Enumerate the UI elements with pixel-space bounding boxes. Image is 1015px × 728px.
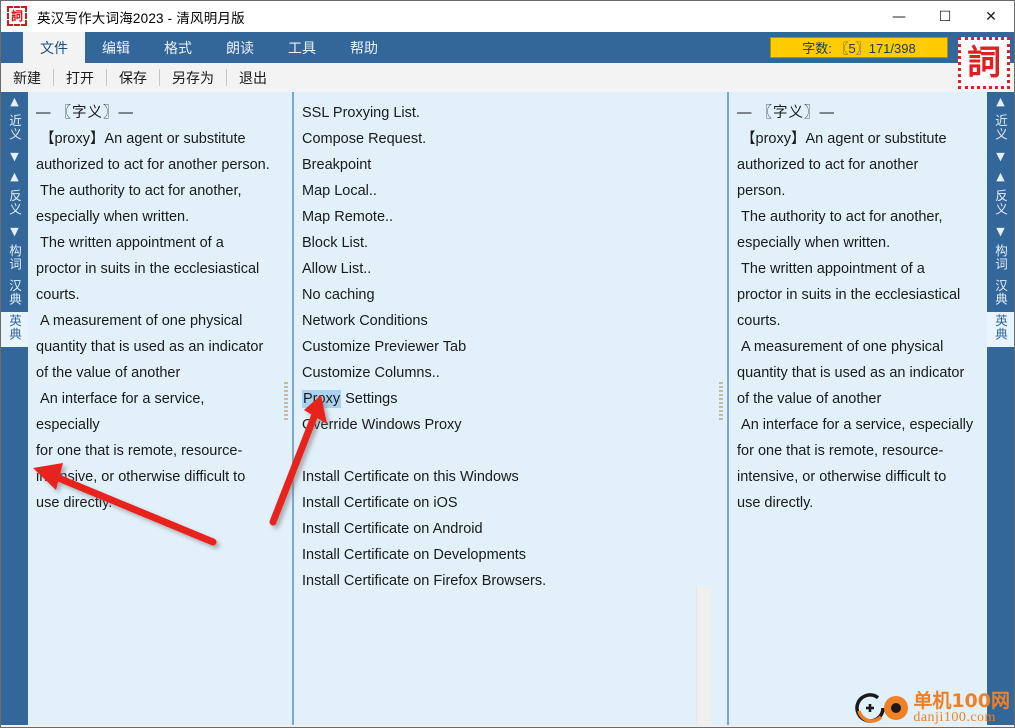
scroll-down-synonym-icon[interactable]: ▼ bbox=[1, 147, 28, 167]
toolbar: 新建 打开 保存 另存为 退出 bbox=[1, 63, 1014, 92]
list-item[interactable]: Install Certificate on this Windows bbox=[302, 464, 713, 490]
sidebar-item-synonym[interactable]: 近义 bbox=[987, 112, 1014, 147]
list-item[interactable]: Install Certificate on Firefox Browsers. bbox=[302, 568, 713, 594]
tab-edit[interactable]: 编辑 bbox=[85, 32, 147, 63]
scroll-down-antonym-icon[interactable]: ▼ bbox=[1, 222, 28, 242]
co-logo-icon bbox=[855, 693, 909, 723]
left-definition-panel[interactable]: — 〖字义〗— 【proxy】An agent or substitute au… bbox=[28, 92, 278, 727]
splitter-grip-icon bbox=[284, 382, 288, 420]
list-item[interactable]: Customize Columns.. bbox=[302, 360, 713, 386]
sidebar-item-chinese-dictionary[interactable]: 汉典 bbox=[987, 277, 1014, 312]
watermark-en: danji100.com bbox=[913, 709, 996, 725]
middle-menu-list: SSL Proxying List. Compose Request. Brea… bbox=[294, 92, 713, 594]
close-button[interactable]: ✕ bbox=[968, 1, 1014, 32]
scroll-up-synonym-icon[interactable]: ▲ bbox=[987, 92, 1014, 112]
watermark-cn: 单机100网 bbox=[913, 689, 1010, 712]
sidebar-label-word-formation: 构词 bbox=[7, 244, 22, 271]
sidebar-item-antonym[interactable]: 反义 bbox=[987, 187, 1014, 222]
middle-panel-scrollbar[interactable] bbox=[696, 586, 711, 727]
selected-text: Proxy bbox=[302, 390, 342, 408]
list-item[interactable]: Customize Previewer Tab bbox=[302, 334, 713, 360]
application-window: 詞 英汉写作大词海2023 - 清风明月版 — ☐ ✕ 文件 编辑 格式 朗读 … bbox=[0, 0, 1015, 728]
list-item[interactable]: Override Windows Proxy bbox=[302, 412, 713, 438]
save-as-button[interactable]: 另存为 bbox=[160, 67, 226, 89]
list-item[interactable]: Install Certificate on iOS bbox=[302, 490, 713, 516]
sidebar-label-word-formation: 构词 bbox=[993, 244, 1008, 271]
watermark-text: 单机100网 danji100.com bbox=[913, 689, 1010, 725]
right-definition-heading: — 〖字义〗— bbox=[737, 105, 836, 121]
sidebar-label-english-dictionary: 英典 bbox=[993, 314, 1008, 341]
tab-format[interactable]: 格式 bbox=[147, 32, 209, 63]
left-definition-text: — 〖字义〗— 【proxy】An agent or substitute au… bbox=[28, 92, 278, 516]
word-count-badge: 字数: 〖5〗171/398 bbox=[770, 37, 948, 58]
sidebar-label-synonym: 近义 bbox=[7, 114, 22, 141]
selected-row-rest: Settings bbox=[341, 391, 398, 407]
sidebar-label-english-dictionary: 英典 bbox=[7, 314, 22, 341]
right-definition-panel[interactable]: — 〖字义〗— 【proxy】An agent or substitute au… bbox=[729, 92, 987, 727]
list-item[interactable]: No caching bbox=[302, 282, 713, 308]
list-item[interactable]: SSL Proxying List. bbox=[302, 100, 713, 126]
list-item[interactable]: Breakpoint bbox=[302, 152, 713, 178]
sidebar-item-word-formation[interactable]: 构词 bbox=[987, 242, 1014, 277]
minimize-button[interactable]: — bbox=[876, 1, 922, 32]
left-sidebar-rail: ▲ 近义 ▼ ▲ 反义 ▼ 构词 汉典 英典 bbox=[1, 92, 28, 727]
menu-bar: 文件 编辑 格式 朗读 工具 帮助 字数: 〖5〗171/398 bbox=[1, 32, 1014, 63]
list-item[interactable]: Block List. bbox=[302, 230, 713, 256]
brand-seal-icon: 詞 bbox=[958, 37, 1010, 89]
save-button[interactable]: 保存 bbox=[107, 67, 159, 89]
sidebar-label-chinese-dictionary: 汉典 bbox=[993, 279, 1008, 306]
scroll-down-synonym-icon[interactable]: ▼ bbox=[987, 147, 1014, 167]
middle-menu-panel[interactable]: SSL Proxying List. Compose Request. Brea… bbox=[294, 92, 713, 727]
sidebar-item-english-dictionary[interactable]: 英典 bbox=[1, 312, 28, 347]
window-title: 英汉写作大词海2023 - 清风明月版 bbox=[37, 10, 245, 26]
tab-tools[interactable]: 工具 bbox=[271, 32, 333, 63]
scroll-up-synonym-icon[interactable]: ▲ bbox=[1, 92, 28, 112]
sidebar-item-word-formation[interactable]: 构词 bbox=[1, 242, 28, 277]
sidebar-item-synonym[interactable]: 近义 bbox=[1, 112, 28, 147]
title-bar: 詞 英汉写作大词海2023 - 清风明月版 — ☐ ✕ bbox=[1, 1, 1014, 32]
content-area: ▲ 近义 ▼ ▲ 反义 ▼ 构词 汉典 英典 — 〖字义〗— 【proxy】An… bbox=[1, 92, 1014, 727]
splitter-grip-icon bbox=[719, 382, 723, 420]
left-definition-body: 【proxy】An agent or substitute authorized… bbox=[36, 131, 270, 511]
window-controls: — ☐ ✕ bbox=[876, 1, 1014, 32]
left-definition-heading: — 〖字义〗— bbox=[36, 105, 135, 121]
tab-file[interactable]: 文件 bbox=[23, 32, 85, 63]
list-item-proxy-settings[interactable]: Proxy Settings bbox=[302, 386, 713, 412]
list-item[interactable]: Compose Request. bbox=[302, 126, 713, 152]
sidebar-item-antonym[interactable]: 反义 bbox=[1, 187, 28, 222]
scroll-down-antonym-icon[interactable]: ▼ bbox=[987, 222, 1014, 242]
list-item[interactable]: Map Local.. bbox=[302, 178, 713, 204]
list-item[interactable]: Allow List.. bbox=[302, 256, 713, 282]
site-watermark: 单机100网 danji100.com bbox=[855, 691, 1010, 725]
seal-glyph: 詞 bbox=[7, 5, 27, 26]
list-item[interactable]: Network Conditions bbox=[302, 308, 713, 334]
right-definition-text: — 〖字义〗— 【proxy】An agent or substitute au… bbox=[729, 92, 987, 516]
sidebar-label-synonym: 近义 bbox=[993, 114, 1008, 141]
new-button[interactable]: 新建 bbox=[1, 67, 53, 89]
scroll-up-antonym-icon[interactable]: ▲ bbox=[987, 167, 1014, 187]
list-item[interactable]: Map Remote.. bbox=[302, 204, 713, 230]
sidebar-item-english-dictionary[interactable]: 英典 bbox=[987, 312, 1014, 347]
list-item[interactable]: Install Certificate on Developments bbox=[302, 542, 713, 568]
maximize-button[interactable]: ☐ bbox=[922, 1, 968, 32]
list-item[interactable]: Install Certificate on Android bbox=[302, 516, 713, 542]
sidebar-label-antonym: 反义 bbox=[7, 189, 22, 216]
right-definition-body: 【proxy】An agent or substitute authorized… bbox=[737, 131, 974, 511]
tab-help[interactable]: 帮助 bbox=[333, 32, 395, 63]
scroll-up-antonym-icon[interactable]: ▲ bbox=[1, 167, 28, 187]
sidebar-label-antonym: 反义 bbox=[993, 189, 1008, 216]
right-sidebar-rail: ▲ 近义 ▼ ▲ 反义 ▼ 构词 汉典 英典 bbox=[987, 92, 1014, 727]
sidebar-label-chinese-dictionary: 汉典 bbox=[7, 279, 22, 306]
tab-read-aloud[interactable]: 朗读 bbox=[209, 32, 271, 63]
status-bar bbox=[1, 725, 1014, 727]
exit-button[interactable]: 退出 bbox=[227, 67, 279, 89]
open-button[interactable]: 打开 bbox=[54, 67, 106, 89]
app-seal-icon: 詞 bbox=[7, 5, 29, 28]
sidebar-item-chinese-dictionary[interactable]: 汉典 bbox=[1, 277, 28, 312]
